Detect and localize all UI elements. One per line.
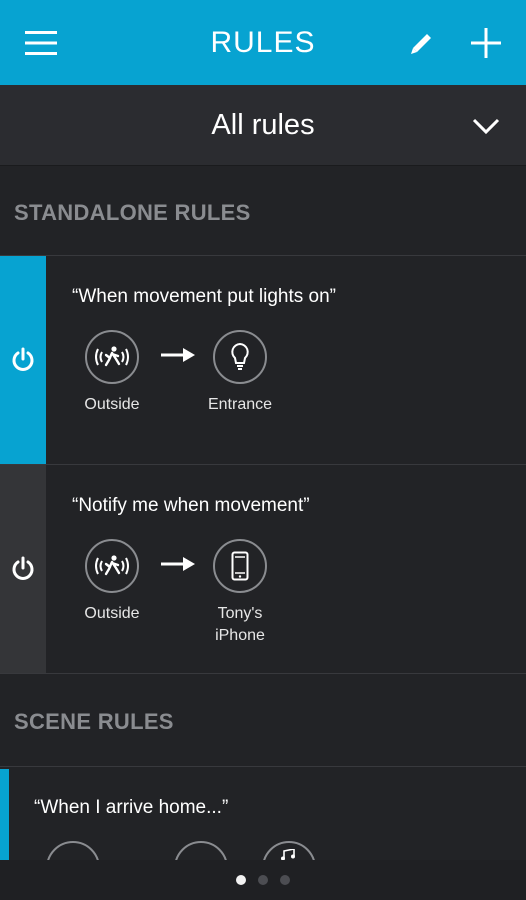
trigger-label: Outside (84, 396, 140, 413)
rule-title: “Notify me when movement” (72, 495, 310, 516)
motion-sensor-icon (95, 555, 129, 576)
trigger-label: Outside (84, 605, 140, 622)
page-dot[interactable] (280, 875, 290, 885)
motion-sensor-icon (95, 346, 129, 367)
music-note-icon (281, 849, 295, 860)
rule-toggle-button[interactable] (0, 256, 46, 464)
scene-rule-indicator (0, 769, 9, 860)
trigger-device (85, 330, 139, 384)
action-label-line: Tony's (217, 605, 263, 622)
page-dot[interactable] (258, 875, 268, 885)
rule-trigger[interactable]: Outside (47, 330, 177, 416)
scene-action-device (174, 841, 228, 860)
rule-card[interactable]: “When movement put lights on” Outside En… (0, 256, 526, 464)
rule-title: “When I arrive home...” (34, 797, 229, 818)
action-device (213, 539, 267, 593)
hamburger-menu-icon (25, 30, 57, 55)
action-label-line: iPhone (215, 627, 265, 644)
phone-icon (231, 551, 249, 581)
scene-trigger-device (46, 841, 100, 860)
menu-button[interactable] (20, 0, 62, 85)
lightbulb-icon (231, 342, 249, 370)
page-title: RULES (210, 25, 316, 59)
section-header-standalone: STANDALONE RULES (14, 200, 251, 225)
plus-icon (471, 27, 501, 58)
app-bar: RULES (0, 0, 526, 85)
section-header-scene: SCENE RULES (14, 709, 174, 734)
power-icon (12, 556, 34, 580)
page-indicator (0, 860, 526, 900)
chevron-down-icon (472, 118, 500, 135)
divider (0, 673, 526, 674)
rules-filter-dropdown[interactable]: All rules (0, 85, 526, 166)
rule-trigger[interactable]: Outside (47, 539, 177, 625)
rule-card[interactable]: “Notify me when movement” Outside Tony's… (0, 465, 526, 673)
filter-selected-value: All rules (211, 108, 315, 141)
power-icon (12, 347, 34, 371)
action-label: Tony's iPhone (175, 603, 305, 647)
action-device (213, 330, 267, 384)
trigger-device (85, 539, 139, 593)
rule-action[interactable]: Tony's iPhone (175, 539, 305, 647)
pencil-icon (411, 33, 431, 54)
add-rule-button[interactable] (466, 0, 506, 85)
page-dot-active[interactable] (236, 875, 246, 885)
rule-toggle-button[interactable] (0, 465, 46, 673)
action-label: Entrance (207, 396, 273, 413)
scene-rule-card[interactable]: “When I arrive home...” (0, 767, 526, 860)
rule-title: “When movement put lights on” (72, 286, 337, 307)
edit-button[interactable] (402, 0, 442, 85)
rule-action[interactable]: Entrance (175, 330, 305, 416)
scene-action-device (262, 841, 316, 860)
